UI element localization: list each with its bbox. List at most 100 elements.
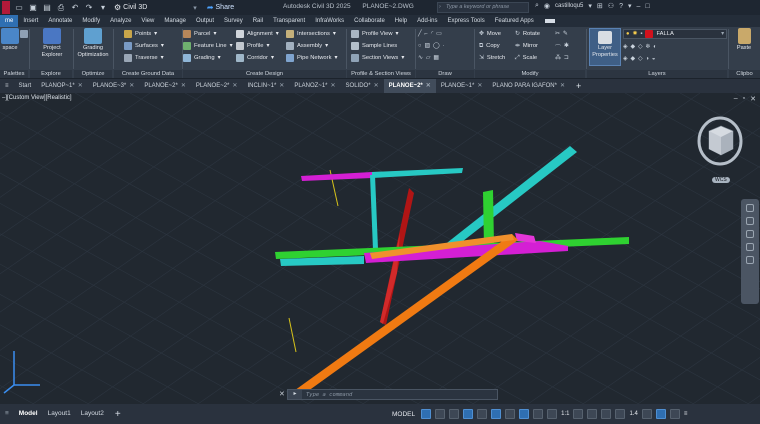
wcs-menu[interactable]: WCS	[712, 177, 730, 183]
document-tab[interactable]: PLANOP~1* ✕	[36, 79, 88, 93]
navigation-bar[interactable]	[741, 199, 759, 304]
document-tab[interactable]: PLANOE~2* ✕	[139, 79, 191, 93]
pipe-network-button[interactable]: Pipe Network ▾	[286, 53, 337, 63]
parcel-button[interactable]: Parcel ▾	[183, 29, 216, 39]
rectangle-icon[interactable]: ▭	[436, 31, 441, 37]
document-tab[interactable]: PLANOE~2* ✕	[191, 79, 243, 93]
stretch-button[interactable]: ⇲ Stretch	[479, 53, 505, 63]
drawing-viewport[interactable]: –][Custom View][Realistic] – ▫ ✕ WCS ✕ ▸…	[0, 93, 760, 404]
transparency-icon[interactable]	[519, 409, 530, 419]
ribbon-tab-featured-apps[interactable]: Featured Apps	[490, 15, 539, 27]
saveas-icon[interactable]: ▤	[42, 3, 52, 12]
layer-match-icon[interactable]: ◈	[623, 44, 627, 50]
layer-off-icon[interactable]: ◐	[653, 44, 657, 50]
app-menu-button[interactable]	[2, 1, 10, 14]
ribbon-tab-add-ins[interactable]: Add-ins	[412, 15, 442, 27]
help-icon[interactable]: ?	[619, 3, 623, 10]
quick-properties-icon[interactable]	[641, 409, 652, 419]
magenta-cap[interactable]	[515, 233, 536, 243]
workspace-switch-icon[interactable]	[573, 409, 584, 419]
offset-icon[interactable]: ⊐	[564, 55, 569, 61]
explode-icon[interactable]: ✱	[564, 43, 569, 49]
object-snap-icon[interactable]	[491, 409, 502, 419]
rotate-button[interactable]: ↻ Rotate	[515, 29, 540, 39]
ribbon-tab-insert[interactable]: Insert	[18, 15, 43, 27]
ortho-icon[interactable]	[449, 409, 460, 419]
document-tab[interactable]: PLANOE~3* ✕	[88, 79, 140, 93]
profile-button[interactable]: Profile ▾	[236, 41, 269, 51]
feature-line-button[interactable]: Feature Line ▾	[183, 41, 232, 51]
steering-wheel-icon[interactable]	[746, 204, 754, 212]
close-tab-icon[interactable]: ✕	[560, 79, 565, 93]
layer-isolate-icon[interactable]: ◇	[638, 44, 642, 50]
circle-icon[interactable]: ○	[418, 43, 422, 49]
magenta-beam[interactable]	[301, 172, 372, 181]
erase-icon[interactable]: ✎	[563, 31, 568, 37]
move-button[interactable]: ✥ Move	[479, 29, 501, 39]
close-tab-icon[interactable]: ✕	[477, 79, 482, 93]
section-views-button[interactable]: Section Views ▾	[351, 53, 404, 63]
document-tab[interactable]: INCLIN~1* ✕	[242, 79, 289, 93]
open-icon[interactable]: ▭	[14, 3, 24, 12]
layer-delete-icon[interactable]: ◒	[652, 56, 656, 62]
model-scene[interactable]	[0, 93, 760, 404]
showmotion-icon[interactable]	[746, 256, 754, 264]
layer-unlock-icon[interactable]: ◇	[638, 56, 642, 62]
close-tab-icon[interactable]: ✕	[232, 79, 237, 93]
command-prompt-icon[interactable]: ▸	[288, 390, 302, 399]
ribbon-tab-rail[interactable]: Rail	[248, 15, 268, 27]
close-tab-icon[interactable]: ✕	[426, 79, 431, 93]
array-icon[interactable]: ⁂	[555, 55, 561, 61]
line-icon[interactable]: ╱	[418, 31, 422, 37]
close-icon[interactable]: ✕	[750, 95, 756, 103]
document-tab[interactable]: Start	[14, 79, 37, 93]
people-icon[interactable]: ⚇	[608, 2, 614, 10]
document-tab[interactable]: PLANOE~1* ✕	[436, 79, 488, 93]
orbit-icon[interactable]	[746, 243, 754, 251]
user-name[interactable]: castilloqu5	[555, 3, 583, 9]
layer-dropdown[interactable]: ● ✸ ▪ FALLA ▾	[623, 29, 727, 39]
layer-lock-icon[interactable]: ◆	[630, 56, 634, 62]
undo-icon[interactable]: ↶	[70, 3, 80, 12]
annotation-visibility-icon[interactable]	[547, 409, 558, 419]
trim-icon[interactable]: ✂	[555, 31, 560, 37]
ribbon-tab-annotate[interactable]: Annotate	[43, 15, 77, 27]
red-plane-shade[interactable]	[380, 233, 400, 324]
polyline-icon[interactable]: ⌐	[425, 31, 428, 37]
save-icon[interactable]: ▣	[28, 3, 38, 12]
ribbon-tab-manage[interactable]: Manage	[159, 15, 191, 27]
ribbon-minimize-icon[interactable]	[544, 19, 555, 23]
traverse-button[interactable]: Traverse ▾	[124, 53, 164, 63]
maximize-icon[interactable]: □	[645, 3, 649, 10]
fillet-icon[interactable]: ⌒	[555, 42, 561, 51]
print-icon[interactable]: ⎙	[56, 3, 66, 13]
tab-menu-icon[interactable]: ≡	[0, 79, 14, 93]
modify-tools-row-2[interactable]: ⌒ ✱	[555, 41, 569, 51]
new-tab-icon[interactable]: +	[570, 81, 587, 91]
project-explorer-button[interactable]: Project Explorer	[34, 28, 70, 59]
document-tab[interactable]: PLANO PARA IGAFON* ✕	[487, 79, 570, 93]
layout-tab-model[interactable]: Model	[14, 407, 43, 421]
points-button[interactable]: Points ▾	[124, 29, 157, 39]
corridor-button[interactable]: Corridor ▾	[236, 53, 274, 63]
layer-tools-row-1[interactable]: ◈ ◆ ◇ ❄ ◐	[623, 42, 657, 52]
workspace-select[interactable]: ⚙ Civil 3D ▾	[114, 3, 197, 12]
close-command-line-icon[interactable]: ✕	[279, 390, 285, 398]
intersections-button[interactable]: Intersections ▾	[286, 29, 336, 39]
ribbon-tab-collaborate[interactable]: Collaborate	[349, 15, 390, 27]
mirror-button[interactable]: ⇹ Mirror	[515, 41, 538, 51]
surfaces-button[interactable]: Surfaces ▾	[124, 41, 164, 51]
user-icon[interactable]: ◉	[544, 2, 550, 10]
customize-menu-icon[interactable]: ≡	[684, 411, 688, 417]
close-tab-icon[interactable]: ✕	[374, 79, 379, 93]
isolate-objects-icon[interactable]	[601, 409, 612, 419]
hatch-icon[interactable]: ▨	[425, 43, 430, 49]
viewcube[interactable]	[697, 111, 743, 171]
draw-tools-row-3[interactable]: ∿ ▱ ▦	[418, 53, 439, 63]
ribbon-tab-transparent[interactable]: Transparent	[268, 15, 310, 27]
table-icon[interactable]: ▦	[433, 55, 438, 61]
modify-tools-row-1[interactable]: ✂ ✎	[555, 29, 568, 39]
dropdown-icon[interactable]: ▾	[98, 3, 108, 12]
command-line[interactable]: ▸ Type a command	[287, 389, 498, 400]
alignment-button[interactable]: Alignment ▾	[236, 29, 279, 39]
